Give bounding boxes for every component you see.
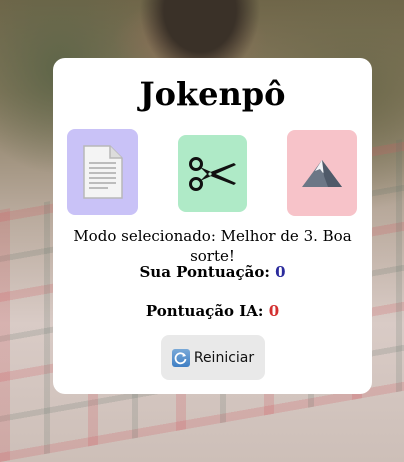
reset-button[interactable]: Reiniciar xyxy=(161,335,265,380)
paper-choice-button[interactable] xyxy=(67,129,138,215)
ai-score-label: Pontuação IA: xyxy=(145,302,264,320)
user-score-label: Sua Pontuação: xyxy=(139,263,270,281)
scissors-choice-button[interactable] xyxy=(178,135,247,212)
page-title: Jokenpô xyxy=(139,75,286,113)
mode-status-text: Modo selecionado: Melhor de 3. Boa sorte… xyxy=(73,227,352,265)
ai-score-value: 0 xyxy=(268,302,280,320)
user-score-value: 0 xyxy=(275,263,286,281)
user-score: Sua Pontuação: 0 xyxy=(53,262,372,282)
scissors-icon xyxy=(188,156,236,191)
refresh-icon xyxy=(171,348,190,367)
rock-choice-button[interactable] xyxy=(287,130,357,216)
game-card: Jokenpô Modo selecionado: Melhor de 3. B… xyxy=(53,58,372,394)
ai-score: Pontuação IA: 0 xyxy=(53,301,372,321)
paper-icon xyxy=(82,145,123,199)
mountain-icon xyxy=(302,160,342,187)
reset-button-label: Reiniciar xyxy=(193,349,255,366)
